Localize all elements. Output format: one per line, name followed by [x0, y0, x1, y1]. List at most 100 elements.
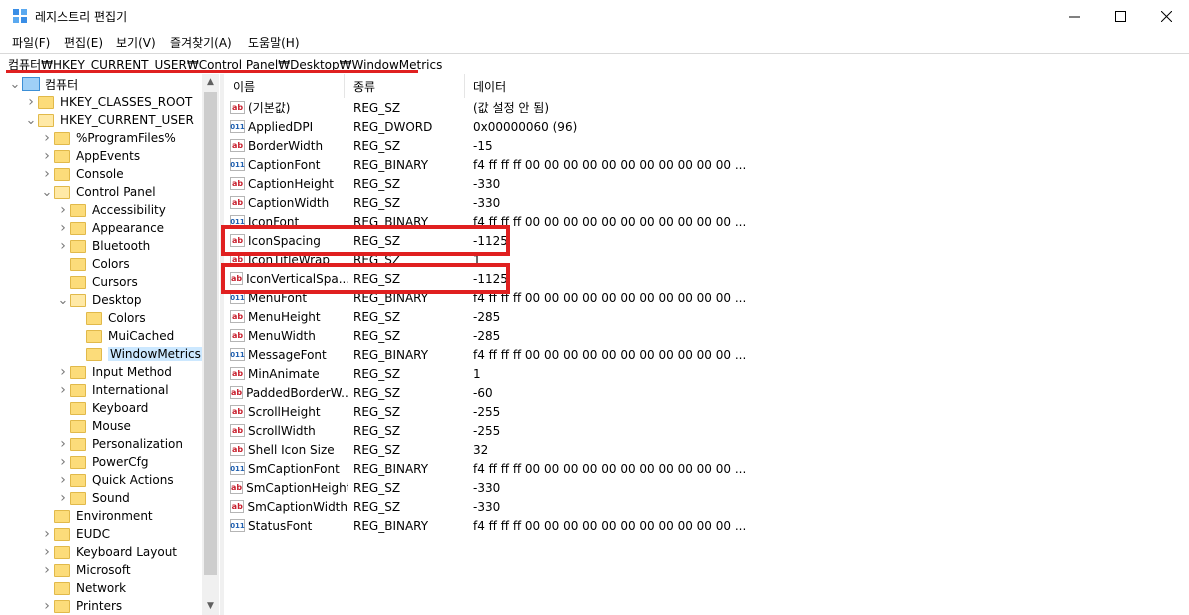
- tree-item[interactable]: Colors: [56, 255, 130, 273]
- value-row[interactable]: ab CaptionHeight REG_SZ -330: [225, 174, 1165, 193]
- chevron-right-icon[interactable]: ›: [56, 381, 70, 399]
- value-row[interactable]: ab CaptionWidth REG_SZ -330: [225, 193, 1165, 212]
- tree-item[interactable]: › Microsoft: [40, 561, 130, 579]
- chevron-right-icon[interactable]: ›: [40, 147, 54, 165]
- chevron-right-icon[interactable]: ›: [40, 129, 54, 147]
- column-header-data[interactable]: 데이터: [465, 74, 765, 98]
- chevron-down-icon[interactable]: ⌄: [8, 75, 22, 93]
- maximize-button[interactable]: [1097, 0, 1143, 32]
- value-name: ScrollWidth: [248, 423, 316, 438]
- value-row[interactable]: 011 AppliedDPI REG_DWORD 0x00000060 (96): [225, 117, 1165, 136]
- tree-item[interactable]: › Console: [40, 165, 123, 183]
- value-type: REG_SZ: [353, 309, 401, 324]
- pane-splitter[interactable]: [220, 74, 224, 615]
- address-bar[interactable]: 컴퓨터₩HKEY_CURRENT_USER₩Control Panel₩Desk…: [0, 53, 1189, 73]
- tree-item[interactable]: › Appearance: [56, 219, 164, 237]
- folder-icon: [54, 509, 70, 523]
- scroll-down-icon[interactable]: ▼: [202, 598, 219, 614]
- tree-item[interactable]: Keyboard: [56, 399, 148, 417]
- chevron-right-icon[interactable]: ›: [40, 165, 54, 183]
- tree-item[interactable]: › Personalization: [56, 435, 183, 453]
- tree-item[interactable]: ⌄ 컴퓨터: [8, 75, 79, 93]
- chevron-right-icon[interactable]: ›: [40, 543, 54, 561]
- tree-item[interactable]: › Quick Actions: [56, 471, 174, 489]
- value-name: BorderWidth: [248, 138, 324, 153]
- value-row[interactable]: 011 StatusFont REG_BINARY f4 ff ff ff 00 00…: [225, 516, 1165, 535]
- tree-item-label: Quick Actions: [92, 473, 174, 487]
- tree-item-label: Personalization: [92, 437, 183, 451]
- chevron-right-icon[interactable]: ›: [56, 453, 70, 471]
- value-row[interactable]: ab BorderWidth REG_SZ -15: [225, 136, 1165, 155]
- chevron-right-icon[interactable]: ›: [40, 597, 54, 615]
- value-data: f4 ff ff ff 00 00 00 00 00 00 00 00 00 0…: [473, 461, 747, 476]
- value-row[interactable]: ab MinAnimate REG_SZ 1: [225, 364, 1165, 383]
- value-row[interactable]: ab Shell Icon Size REG_SZ 32: [225, 440, 1165, 459]
- chevron-right-icon[interactable]: ›: [56, 237, 70, 255]
- tree-item[interactable]: › International: [56, 381, 168, 399]
- chevron-down-icon[interactable]: ⌄: [24, 111, 38, 129]
- value-data: f4 ff ff ff 00 00 00 00 00 00 00 00 00 0…: [473, 290, 747, 305]
- value-row[interactable]: ab ScrollWidth REG_SZ -255: [225, 421, 1165, 440]
- tree-item[interactable]: › PowerCfg: [56, 453, 148, 471]
- tree-item[interactable]: › AppEvents: [40, 147, 140, 165]
- string-value-icon: ab: [230, 500, 245, 513]
- value-row[interactable]: 011 SmCaptionFont REG_BINARY f4 ff ff ff 00…: [225, 459, 1165, 478]
- column-header-type[interactable]: 종류: [345, 74, 465, 98]
- tree-item[interactable]: ⌄ HKEY_CURRENT_USER: [24, 111, 194, 129]
- menu-view[interactable]: 보기(V): [116, 34, 156, 51]
- chevron-right-icon[interactable]: ›: [40, 525, 54, 543]
- value-row[interactable]: ab MenuHeight REG_SZ -285: [225, 307, 1165, 326]
- scroll-up-icon[interactable]: ▲: [202, 74, 219, 90]
- chevron-right-icon[interactable]: ›: [56, 201, 70, 219]
- tree-item[interactable]: Network: [40, 579, 126, 597]
- value-name-cell: ab Shell Icon Size: [230, 440, 348, 459]
- value-row[interactable]: ab SmCaptionHeight REG_SZ -330: [225, 478, 1165, 497]
- menu-favorites[interactable]: 즐겨찾기(A): [170, 34, 232, 51]
- scroll-thumb[interactable]: [204, 92, 217, 575]
- tree-item[interactable]: › Accessibility: [56, 201, 166, 219]
- close-button[interactable]: [1143, 0, 1189, 32]
- value-row[interactable]: ab ScrollHeight REG_SZ -255: [225, 402, 1165, 421]
- chevron-right-icon[interactable]: ›: [56, 471, 70, 489]
- chevron-down-icon[interactable]: ⌄: [56, 291, 70, 309]
- chevron-down-icon[interactable]: ⌄: [40, 183, 54, 201]
- string-value-icon: ab: [230, 177, 245, 190]
- tree-item[interactable]: › Keyboard Layout: [40, 543, 177, 561]
- tree-item[interactable]: › HKEY_CLASSES_ROOT: [24, 93, 192, 111]
- chevron-right-icon[interactable]: ›: [24, 93, 38, 111]
- tree-item-label: WindowMetrics: [108, 347, 203, 361]
- tree-item[interactable]: MuiCached: [72, 327, 174, 345]
- tree-item[interactable]: WindowMetrics: [72, 345, 203, 363]
- tree-item[interactable]: ⌄ Control Panel: [40, 183, 156, 201]
- tree-item[interactable]: › Sound: [56, 489, 130, 507]
- value-row[interactable]: 011 MessageFont REG_BINARY f4 ff ff ff 00 0…: [225, 345, 1165, 364]
- binary-value-icon: 011: [230, 462, 245, 475]
- tree-item[interactable]: › %ProgramFiles%: [40, 129, 176, 147]
- tree-scrollbar[interactable]: ▲ ▼: [202, 74, 219, 615]
- column-header-name[interactable]: 이름: [225, 74, 345, 98]
- tree-item[interactable]: Colors: [72, 309, 146, 327]
- folder-icon: [70, 203, 86, 217]
- menu-file[interactable]: 파일(F): [12, 34, 50, 51]
- value-row[interactable]: 011 CaptionFont REG_BINARY f4 ff ff ff 00 0…: [225, 155, 1165, 174]
- value-row[interactable]: ab MenuWidth REG_SZ -285: [225, 326, 1165, 345]
- chevron-right-icon[interactable]: ›: [56, 435, 70, 453]
- value-row[interactable]: ab (기본값) REG_SZ (값 설정 안 됨): [225, 98, 1165, 117]
- chevron-right-icon[interactable]: ›: [40, 561, 54, 579]
- tree-item[interactable]: ⌄ Desktop: [56, 291, 142, 309]
- tree-item[interactable]: › Input Method: [56, 363, 172, 381]
- chevron-right-icon[interactable]: ›: [56, 363, 70, 381]
- tree-item[interactable]: Mouse: [56, 417, 131, 435]
- chevron-right-icon[interactable]: ›: [56, 489, 70, 507]
- chevron-right-icon[interactable]: ›: [56, 219, 70, 237]
- tree-item[interactable]: Environment: [40, 507, 153, 525]
- tree-item[interactable]: › Bluetooth: [56, 237, 150, 255]
- tree-item[interactable]: › EUDC: [40, 525, 110, 543]
- tree-item[interactable]: Cursors: [56, 273, 138, 291]
- value-row[interactable]: ab SmCaptionWidth REG_SZ -330: [225, 497, 1165, 516]
- menu-edit[interactable]: 편집(E): [64, 34, 103, 51]
- minimize-button[interactable]: [1051, 0, 1097, 32]
- value-row[interactable]: ab PaddedBorderW... REG_SZ -60: [225, 383, 1165, 402]
- tree-item[interactable]: › Printers: [40, 597, 122, 615]
- menu-help[interactable]: 도움말(H): [248, 34, 300, 51]
